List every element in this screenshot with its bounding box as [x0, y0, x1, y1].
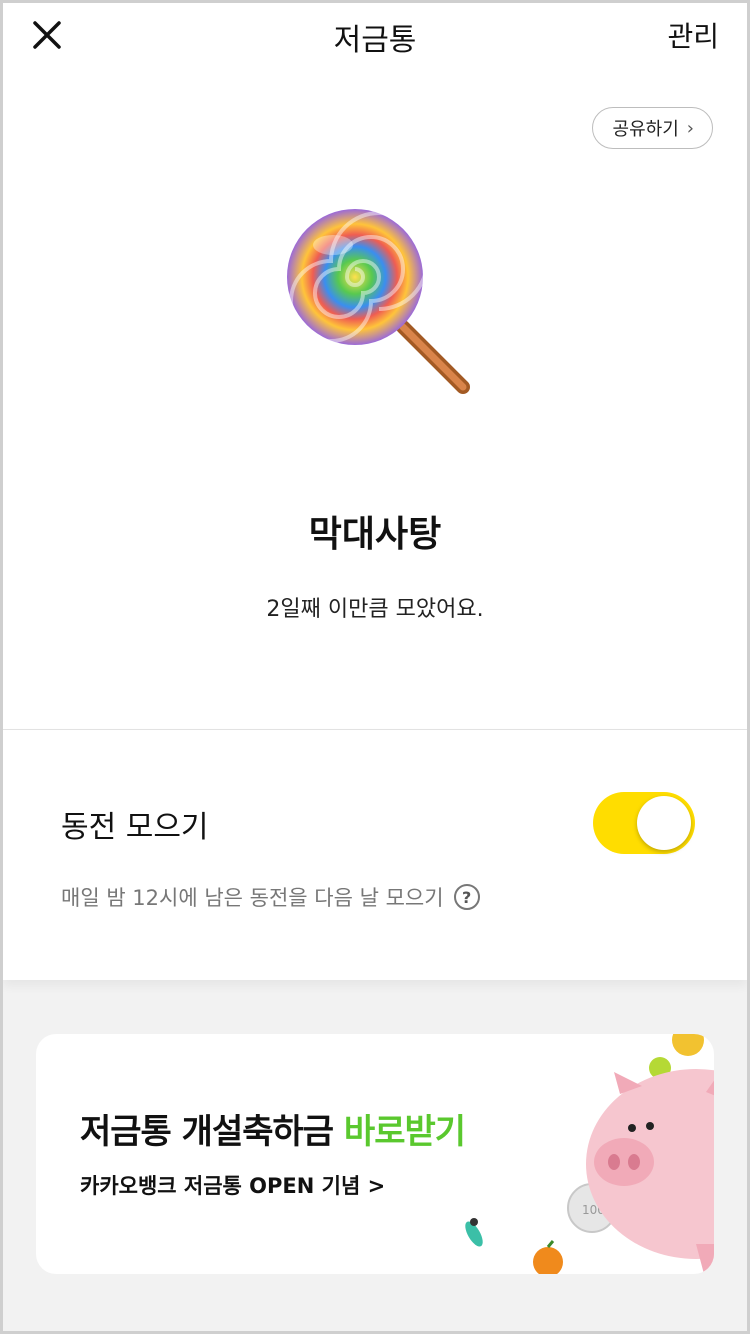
lollipop-icon — [283, 209, 478, 404]
toggle-knob — [637, 796, 691, 850]
goal-description: 2일째 이만큼 모았어요. — [266, 597, 484, 622]
piggy-bank-icon: 100 — [406, 1034, 714, 1274]
promo-banner[interactable]: 저금통 개설축하금 바로받기 카카오뱅크 저금통 OPEN 기념 > 100 — [36, 1034, 714, 1274]
header: 저금통 관리 — [3, 3, 747, 69]
manage-button[interactable]: 관리 — [667, 15, 719, 55]
goal-name: 막대사탕 — [308, 514, 442, 555]
goal-card: 공유하기 › 막대사탕 2일째 이만큼 모았어요. — [3, 69, 747, 729]
help-icon[interactable]: ? — [453, 884, 480, 910]
coin-collect-description-row: 매일 밤 12시에 남은 동전을 다음 날 모으기 ? — [61, 882, 480, 912]
app-screen: 저금통 관리 공유하기 › 막대사탕 2일째 이만큼 모았어요. 동전 모으기 … — [0, 0, 750, 1334]
coin-collect-label: 동전 모으기 — [61, 810, 209, 845]
page-title: 저금통 — [333, 23, 417, 58]
share-button[interactable]: 공유하기 › — [591, 107, 713, 149]
banner-subtitle: 카카오뱅크 저금통 OPEN 기념 > — [80, 1174, 386, 1198]
banner-title-main: 저금통 개설축하금 — [80, 1112, 344, 1152]
share-button-label: 공유하기 — [612, 119, 679, 140]
coin-collect-description: 매일 밤 12시에 남은 동전을 다음 날 모으기 — [61, 886, 444, 910]
chevron-right-icon: › — [686, 117, 694, 139]
coin-collect-toggle[interactable] — [593, 792, 695, 854]
coin-collect-section: 동전 모으기 매일 밤 12시에 남은 동전을 다음 날 모으기 ? — [3, 730, 747, 980]
